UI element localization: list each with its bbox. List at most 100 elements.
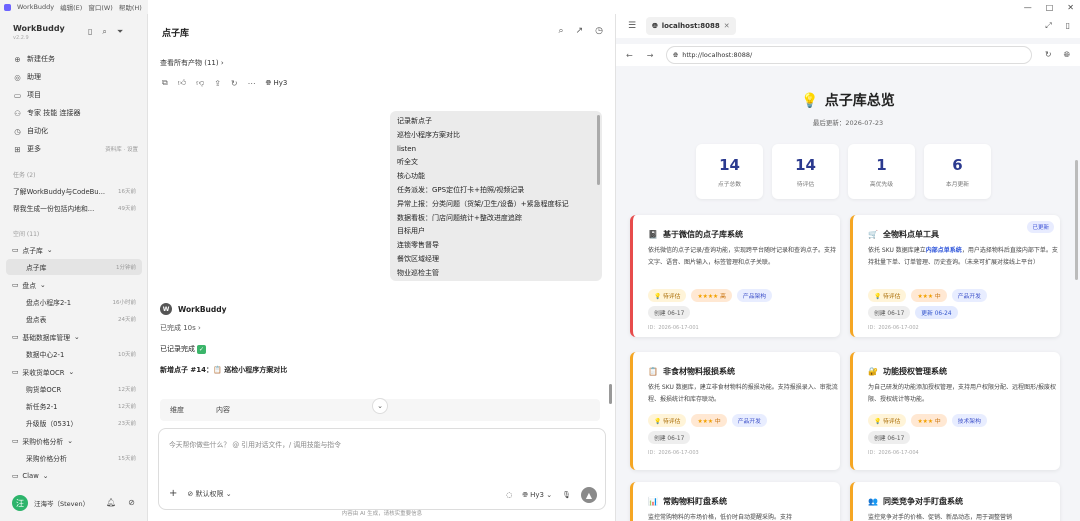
task-item[interactable]: 帮我生成一份包括内地和... 49天前 [6,200,142,216]
stat-label: 高优先级 [869,182,894,188]
nav-assistant[interactable]: ◎ 助理 [6,68,142,86]
card-description: 依托 SKU 数据库建立内部点单系统，用户选择物料后直接内部下单。支持批量下单、… [868,245,1058,268]
reload-icon[interactable]: ↻ [1045,50,1052,60]
composer[interactable]: 今天帮你做些什么？ @ 引用对话文件，/ 调用技能与指令 + ⊘ 默认权限 ⌄ … [158,428,606,510]
folder-item[interactable]: ▭ 点子库 ⌄ [6,242,142,258]
folder-label: 采收货单OCR [22,369,65,377]
stat-value: 6 [952,156,963,174]
filter-icon[interactable]: ⏷ [117,27,123,37]
space-item[interactable]: 盘点小程序2-1 16小时前 [6,294,142,310]
sidebar-toggle-icon[interactable]: ▯ [88,27,92,37]
space-item[interactable]: 数据中心2-1 10天前 [6,346,142,362]
space-item[interactable]: 盘点表 24天前 [6,311,142,327]
chevron-right-icon: › [198,324,201,332]
add-icon[interactable]: + [169,488,177,499]
idea-card[interactable]: 已更新 🛒 全物料点单工具 依托 SKU 数据库建立内部点单系统，用户选择物料后直… [850,215,1060,337]
recorded-label: 已记录完成 [160,345,195,353]
idea-card[interactable]: 👥 同类竞争对手盯盘系统 监控竞争对手的价格、促销、新品动态，用于调整营销 [850,482,1060,521]
maximize-button[interactable]: □ [1046,3,1054,12]
folder-icon: ▭ [12,333,19,341]
space-label: 数据中心2-1 [26,351,65,359]
history-icon[interactable]: ◷ [595,26,603,36]
nav-more[interactable]: ⊞ 更多 资料库 · 设置 [6,140,142,158]
microphone-icon[interactable]: 🎙︎ [562,491,571,499]
space-item[interactable]: 升级版（0531） 23天前 [6,415,142,431]
message-line: 听全文 [397,158,418,167]
view-all-artifacts-link[interactable]: 查看所有产物 (11) › [160,58,224,68]
composer-placeholder[interactable]: 今天帮你做些什么？ @ 引用对话文件，/ 调用技能与指令 [169,439,341,449]
page-scrollbar[interactable] [1075,160,1078,280]
thumbs-up-icon[interactable]: 👍︎ [178,78,186,88]
folder-icon: ▭ [12,281,19,289]
menu-edit[interactable]: 编辑(E) [60,2,82,12]
tasks-header[interactable]: 任务 (2) [0,170,35,179]
copy-icon[interactable]: ⧉ [162,78,168,88]
export-icon[interactable]: ⇪ [214,79,221,88]
menu-icon[interactable]: ☰ [628,21,636,31]
card-title-text: 常购物料盯盘系统 [662,497,727,506]
priority-label: 中 [714,419,721,425]
panel-icon[interactable]: ▯ [1066,21,1070,31]
chat-scrollbar[interactable] [609,384,612,404]
space-label: 采购价格分析 [26,455,67,463]
chat-panel: 点子库 ⌕ ↗ ◷ 查看所有产物 (11) › ⧉ 👍︎ 👎︎ ⇪ ↻ ⋯ 🌐︎… [148,14,616,521]
folder-item[interactable]: ▭ 采收货单OCR ⌄ [6,364,142,380]
completed-status[interactable]: 已完成 10s › [160,323,201,333]
updated-date-badge: 更新 06-24 [915,306,958,319]
close-button[interactable]: ✕ [1067,3,1074,12]
search-icon[interactable]: ⌕ [559,26,564,36]
user-profile[interactable]: 汪 汪海岑（Steven） [12,495,89,511]
compass-icon[interactable]: ⊘ [128,498,135,507]
notebook-icon: 📓 [648,230,658,239]
composer-right-tools: ◌ 🌐︎ Hy3 ⌄ 🎙︎ ▲ [506,487,597,503]
bell-icon[interactable]: 🔔︎ [106,498,116,507]
permission-selector[interactable]: ⊘ 默认权限 ⌄ [187,489,231,499]
minimize-button[interactable]: — [1024,3,1032,12]
space-item-selected[interactable]: 点子库 1分钟前 [6,259,142,275]
more-icon[interactable]: ⋯ [248,79,256,88]
expand-icon[interactable]: ⤢ [1045,21,1051,31]
folder-item[interactable]: ▭ 盘点 ⌄ [6,277,142,293]
scroll-to-bottom-button[interactable]: ⌄ [372,398,388,414]
web-icon[interactable]: 🌐︎ [1064,50,1070,60]
space-item[interactable]: 新任务2-1 12天前 [6,398,142,414]
card-tags: 💡 待评估 ★★★ 中 产品开发 [648,414,767,427]
url-input[interactable]: 🌐︎ http://localhost:8088/ [666,46,1032,64]
search-icon[interactable]: ⌕ [102,27,106,37]
task-item[interactable]: 了解WorkBuddy与CodeBu... 16天前 [6,183,142,199]
space-item[interactable]: 采购价格分析 15天前 [6,450,142,466]
task-label: 了解WorkBuddy与CodeBu... [13,188,106,196]
card-dates: 创建 06-17 [648,431,691,444]
close-tab-icon[interactable]: ✕ [724,22,730,30]
send-button[interactable]: ▲ [581,487,597,503]
bubble-scrollbar[interactable] [597,115,600,185]
nav-projects[interactable]: ▭ 项目 [6,86,142,104]
idea-card[interactable]: 🔐 功能授权管理系统 为自己研发的功能添加授权管理，支持用户权限分配、远程图形/报… [850,352,1060,470]
nav-new-task[interactable]: ⊕ 新建任务 [6,50,142,68]
nav-automation[interactable]: ◷ 自动化 [6,122,142,140]
space-item[interactable]: 购货单OCR 12天前 [6,381,142,397]
nav-experts[interactable]: ⚇ 专家 技能 连接器 [6,104,142,122]
idea-card[interactable]: 📓 基于微信的点子库系统 依托微信的点子记录/查询功能，实现跨平台随时记录和查询点… [630,215,840,337]
retry-icon[interactable]: ↻ [231,79,238,88]
category-badge: 产品开发 [951,289,987,302]
card-dates: 创建 06-17 [648,306,691,319]
share-icon[interactable]: ↗ [576,26,584,36]
idea-card[interactable]: 📊 常购物料盯盘系统 监控常购物料的市场价格，低价时自动提醒采购。支持 [630,482,840,521]
folder-item[interactable]: ▭ 采购价格分析 ⌄ [6,433,142,449]
menu-window[interactable]: 窗口(W) [88,2,113,12]
folder-item[interactable]: ▭ Claw ⌄ [6,468,142,484]
thumbs-down-icon[interactable]: 👎︎ [196,78,204,88]
menu-help[interactable]: 帮助(H) [119,2,142,12]
column-content: 内容 [216,406,230,414]
browser-tab[interactable]: 🌐︎ localhost:8088 ✕ [646,17,736,35]
library-settings-link[interactable]: 资料库 · 设置 [105,145,138,153]
back-icon[interactable]: ← [626,51,633,60]
forward-icon[interactable]: → [647,51,654,60]
idea-card[interactable]: 📋 非食材物料报损系统 依托 SKU 数据库，建立非食材物料的报损功能。支持报损录… [630,352,840,470]
model-selector[interactable]: 🌐︎ Hy3 ⌄ [522,491,552,500]
folder-item[interactable]: ▭ 基础数据库管理 ⌄ [6,329,142,345]
menu-app[interactable]: WorkBuddy [17,3,54,11]
chat-tools: ⌕ ↗ ◷ [559,26,603,36]
space-header[interactable]: 空间 (11) [0,229,39,238]
